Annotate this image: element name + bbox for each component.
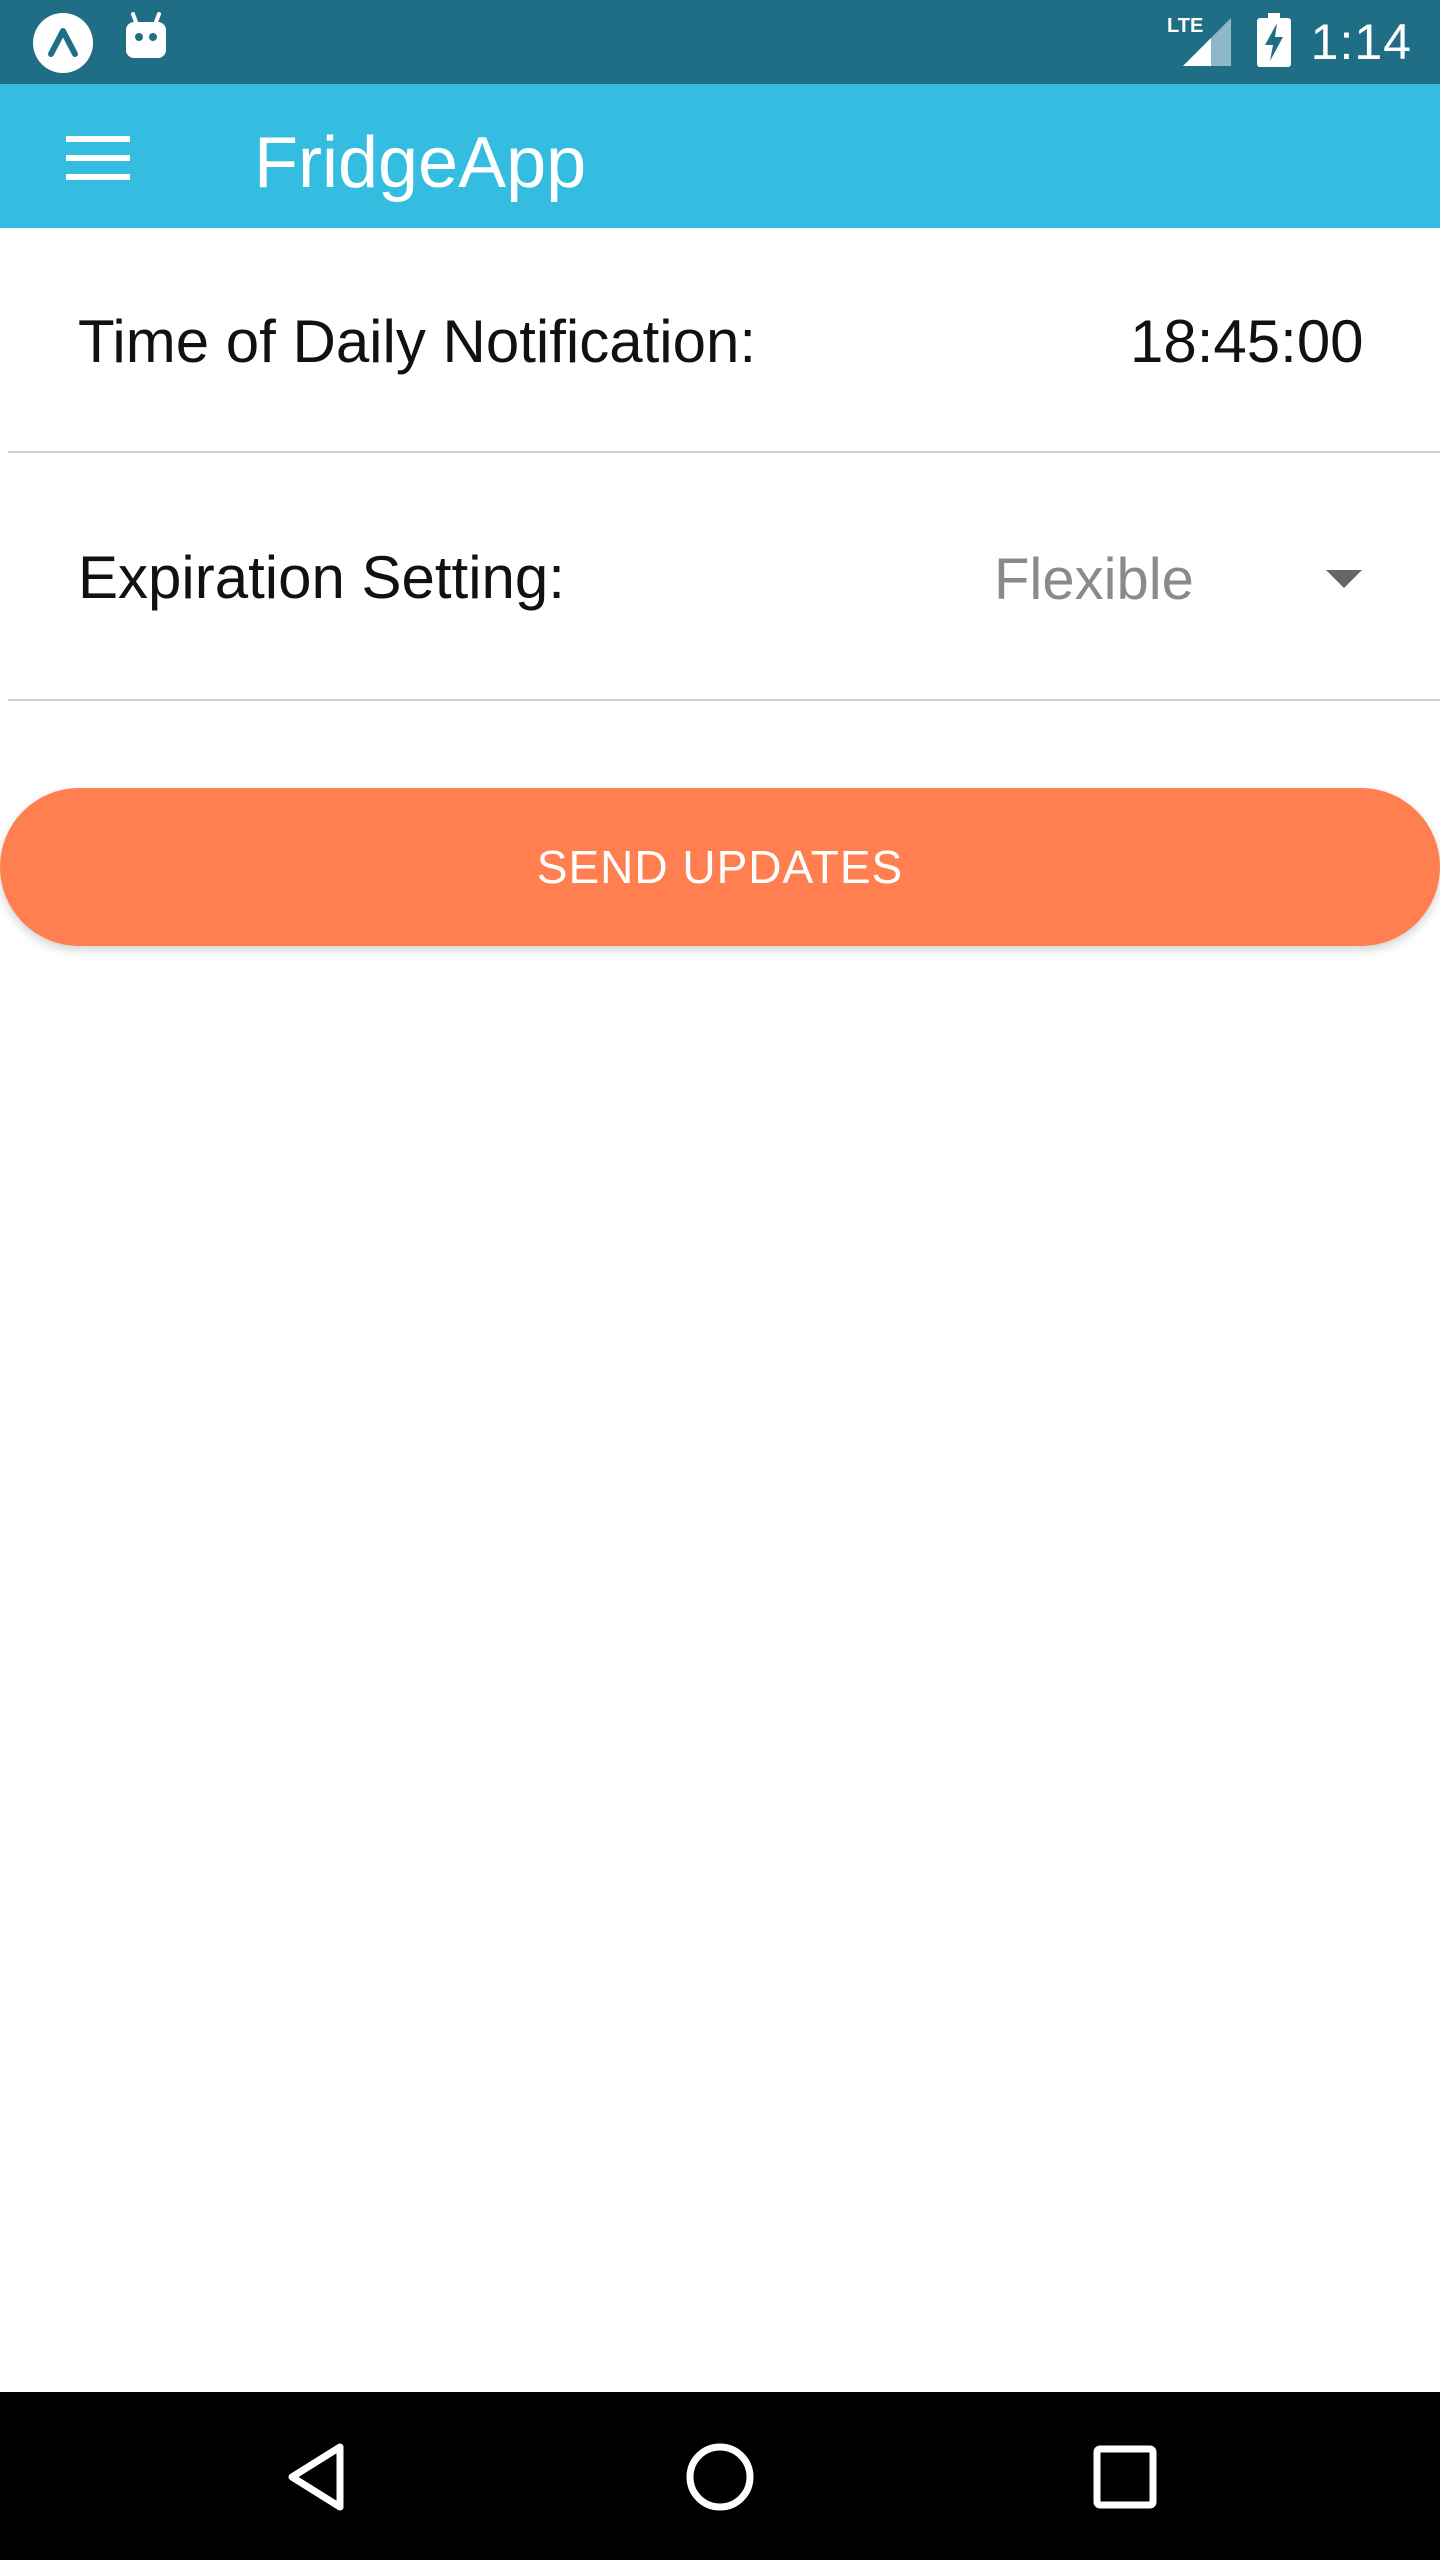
status-time: 1:14 bbox=[1310, 14, 1412, 70]
battery-charging-icon bbox=[1256, 12, 1291, 72]
dropdown-caret-icon bbox=[1326, 570, 1362, 588]
home-circle-icon[interactable] bbox=[665, 2422, 775, 2532]
app-bar: FridgeApp bbox=[0, 84, 1440, 228]
expo-app-icon bbox=[32, 12, 94, 79]
status-right-group: LTE 1:14 bbox=[1167, 0, 1412, 84]
hamburger-menu-icon[interactable] bbox=[66, 136, 130, 180]
expiration-setting-label: Expiration Setting: bbox=[78, 544, 565, 611]
divider-1 bbox=[8, 451, 1440, 453]
app-title: FridgeApp bbox=[254, 123, 587, 203]
back-triangle-icon[interactable] bbox=[262, 2422, 372, 2532]
svg-text:LTE: LTE bbox=[1167, 15, 1203, 37]
notification-time-label: Time of Daily Notification: bbox=[78, 308, 756, 375]
expiration-setting-dropdown[interactable]: Flexible bbox=[980, 540, 1390, 620]
notification-time-value[interactable]: 18:45:00 bbox=[1130, 306, 1364, 378]
send-updates-button[interactable]: SEND UPDATES bbox=[0, 788, 1440, 946]
navigation-bar bbox=[0, 2392, 1440, 2560]
status-bar: LTE 1:14 bbox=[0, 0, 1440, 84]
android-notification-icon bbox=[124, 12, 168, 67]
lte-signal-icon: LTE bbox=[1167, 12, 1237, 73]
expiration-setting-selected: Flexible bbox=[994, 547, 1194, 612]
recents-square-icon[interactable] bbox=[1070, 2422, 1180, 2532]
divider-2 bbox=[8, 699, 1440, 701]
